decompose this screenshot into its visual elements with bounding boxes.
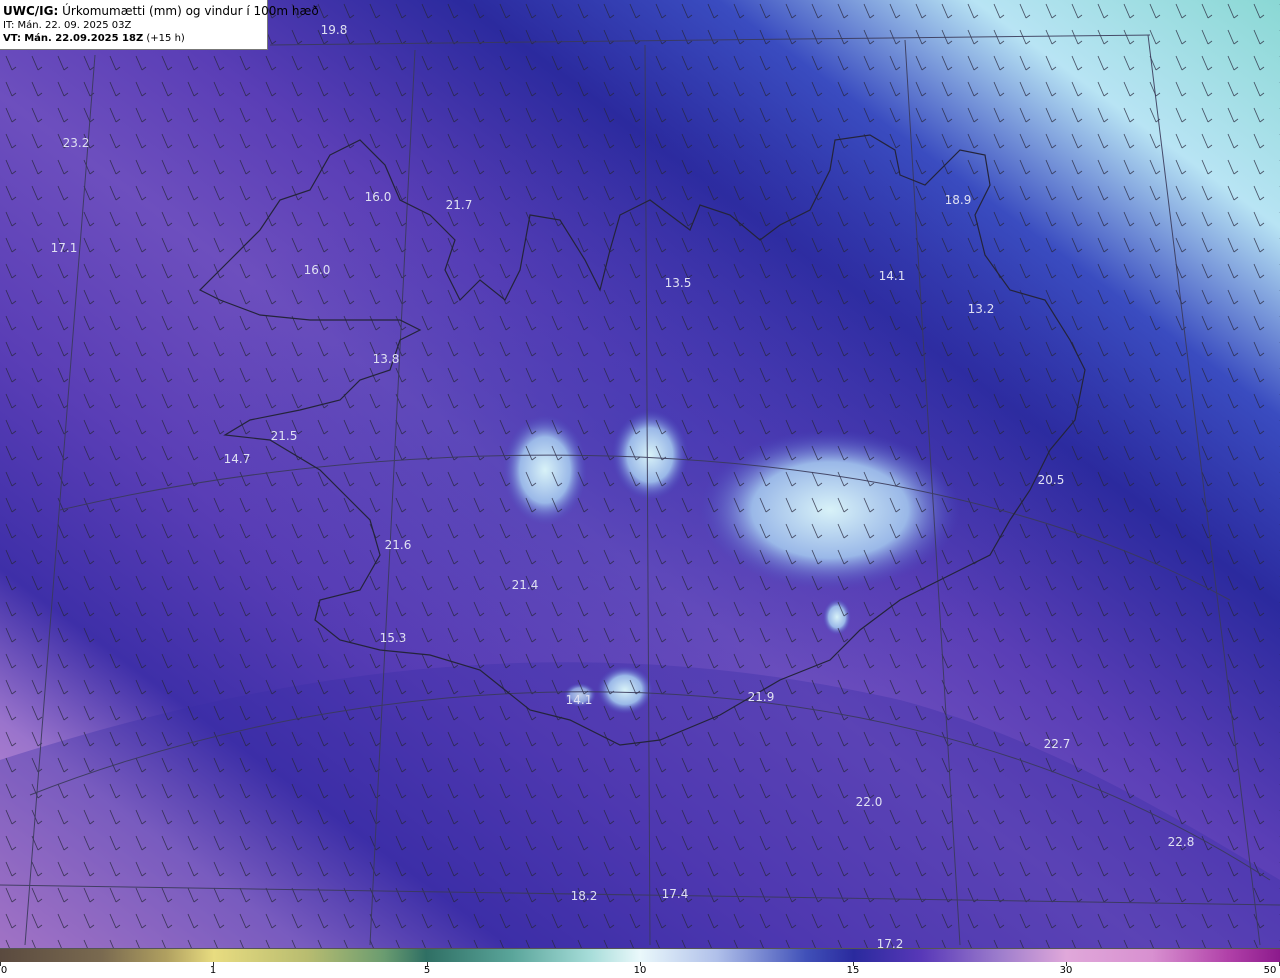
value-label: 21.9 xyxy=(747,690,775,704)
value-label: 20.5 xyxy=(1037,473,1065,487)
colorbar-tick-label: 1 xyxy=(209,965,217,976)
value-label: 21.4 xyxy=(511,578,539,592)
value-label: 22.8 xyxy=(1167,835,1195,849)
value-label: 21.7 xyxy=(445,198,473,212)
colorbar-tick-label: 10 xyxy=(633,965,647,976)
map-title-line: UWC/IG: Úrkomumætti (mm) og vindur í 100… xyxy=(3,3,319,19)
value-label: 22.7 xyxy=(1043,737,1071,751)
value-label: 14.1 xyxy=(565,693,593,707)
colorbar-tick-label: 5 xyxy=(423,965,431,976)
precipitable-water-map xyxy=(0,0,1280,948)
value-label: 13.8 xyxy=(372,352,400,366)
value-label: 13.5 xyxy=(664,276,692,290)
colorbar-tick-label: 0 xyxy=(0,965,8,976)
value-label: 18.2 xyxy=(570,889,598,903)
value-label: 16.0 xyxy=(303,263,331,277)
value-label: 21.6 xyxy=(384,538,412,552)
map-info-box: UWC/IG: Úrkomumætti (mm) og vindur í 100… xyxy=(0,0,319,50)
value-label: 14.7 xyxy=(223,452,251,466)
colorbar-tick-label: 30 xyxy=(1059,965,1073,976)
init-time: IT: Mán. 22. 09. 2025 03Z xyxy=(3,20,132,31)
value-label: 22.0 xyxy=(855,795,883,809)
value-label: 17.1 xyxy=(50,241,78,255)
value-label: 17.4 xyxy=(661,887,689,901)
value-label: 16.0 xyxy=(364,190,392,204)
valid-label: VT: xyxy=(3,33,22,44)
lead-time: (+15 h) xyxy=(146,33,185,44)
map-title: Úrkomumætti (mm) og vindur í 100m hæð xyxy=(62,4,319,18)
colorbar-tick-label: 15 xyxy=(846,965,860,976)
colorbar-tick-label: 50 xyxy=(1263,965,1277,976)
value-label: 14.1 xyxy=(878,269,906,283)
value-label: 13.2 xyxy=(967,302,995,316)
value-label: 19.8 xyxy=(320,23,348,37)
colorbar-gradient xyxy=(0,948,1280,962)
valid-time-line: VT: Mán. 22.09.2025 18Z (+15 h) xyxy=(3,32,267,45)
valid-time: Mán. 22.09.2025 18Z xyxy=(24,33,144,44)
value-label: 21.5 xyxy=(270,429,298,443)
colorbar: 0 1 5 10 15 30 50 xyxy=(0,948,1280,978)
value-label: 15.3 xyxy=(379,631,407,645)
product-label: UWC/IG: xyxy=(3,4,59,18)
value-label: 18.9 xyxy=(944,193,972,207)
value-label: 23.2 xyxy=(62,136,90,150)
